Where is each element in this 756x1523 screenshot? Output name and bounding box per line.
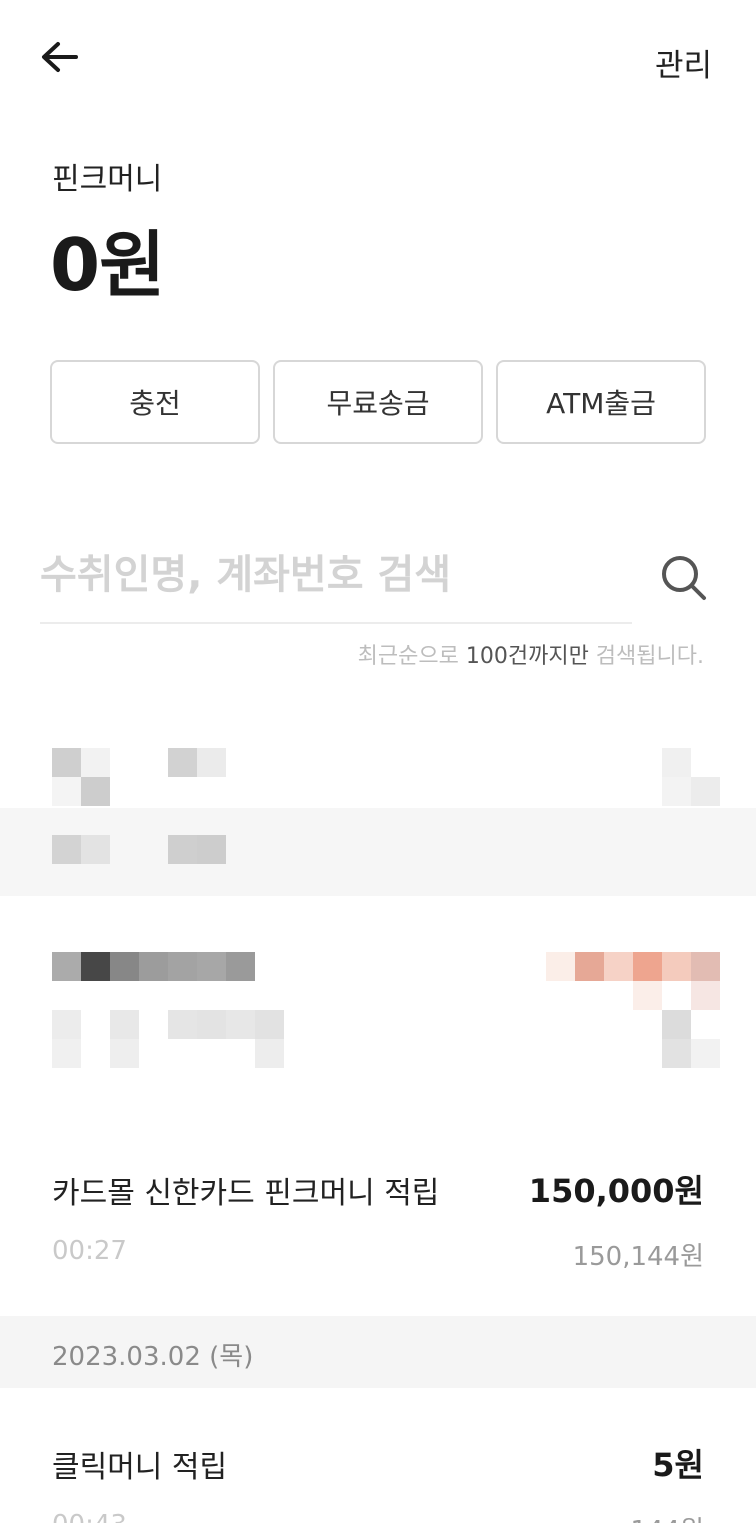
charge-button[interactable]: 충전 bbox=[50, 360, 260, 444]
search-icon[interactable] bbox=[658, 552, 710, 604]
transaction-amount: 5원 bbox=[652, 1446, 704, 1484]
arrow-left-icon[interactable] bbox=[38, 36, 82, 80]
top-bar: 관리 bbox=[0, 0, 756, 120]
redacted-pixel bbox=[81, 777, 110, 806]
redacted-pixel bbox=[110, 1039, 139, 1068]
redacted-pixel bbox=[81, 952, 110, 981]
redacted-pixel bbox=[662, 952, 691, 981]
transaction-balance: 144원 bbox=[630, 1510, 704, 1523]
transaction-balance: 150,144원 bbox=[572, 1242, 704, 1272]
redacted-pixel bbox=[226, 952, 255, 981]
redacted-pixel bbox=[52, 777, 81, 806]
transaction-item[interactable]: 클릭머니 적립 5원 00:43 144원 bbox=[0, 1392, 756, 1523]
redacted-pixel bbox=[168, 748, 197, 777]
redacted-pixel bbox=[226, 1010, 255, 1039]
redacted-pixel bbox=[662, 777, 691, 806]
redacted-band bbox=[0, 808, 756, 896]
redacted-pixel bbox=[197, 835, 226, 864]
redacted-pixel bbox=[662, 1010, 691, 1039]
redacted-pixel bbox=[197, 1010, 226, 1039]
transaction-title: 클릭머니 적립 bbox=[52, 1450, 228, 1485]
redacted-pixel bbox=[691, 1039, 720, 1068]
redacted-pixel bbox=[52, 835, 81, 864]
redacted-pixel bbox=[81, 835, 110, 864]
redacted-pixel bbox=[110, 952, 139, 981]
date-header: 2023.03.02 (목) bbox=[0, 1316, 756, 1388]
free-transfer-button[interactable]: 무료송금 bbox=[273, 360, 483, 444]
manage-button[interactable]: 관리 bbox=[655, 40, 712, 85]
atm-withdraw-button[interactable]: ATM출금 bbox=[496, 360, 706, 444]
transaction-item[interactable]: 카드몰 신한카드 핀크머니 적립 150,000원 00:27 150,144원 bbox=[0, 1118, 756, 1318]
redacted-pixel bbox=[197, 748, 226, 777]
redacted-pixel bbox=[255, 1010, 284, 1039]
redacted-pixel bbox=[197, 952, 226, 981]
redacted-pixel bbox=[81, 748, 110, 777]
action-button-row: 충전 무료송금 ATM출금 bbox=[50, 360, 706, 444]
transaction-time: 00:27 bbox=[52, 1236, 127, 1266]
redacted-pixel bbox=[633, 952, 662, 981]
search-input[interactable] bbox=[40, 540, 632, 610]
search-note: 최근순으로 100건까지만 검색됩니다. bbox=[358, 638, 704, 670]
redacted-pixel bbox=[691, 952, 720, 981]
transaction-title: 카드몰 신한카드 핀크머니 적립 bbox=[52, 1176, 440, 1211]
search-note-prefix: 최근순으로 bbox=[357, 644, 466, 669]
redacted-pixel bbox=[604, 952, 633, 981]
redacted-pixel bbox=[110, 1010, 139, 1039]
redacted-pixel bbox=[255, 1039, 284, 1068]
redacted-pixel bbox=[691, 777, 720, 806]
redacted-transactions bbox=[0, 730, 756, 1115]
transaction-time: 00:43 bbox=[52, 1510, 127, 1523]
redacted-pixel bbox=[168, 1010, 197, 1039]
redacted-pixel bbox=[139, 952, 168, 981]
redacted-pixel bbox=[662, 1039, 691, 1068]
redacted-pixel bbox=[52, 1039, 81, 1068]
redacted-pixel bbox=[691, 981, 720, 1010]
search-bar bbox=[40, 540, 632, 624]
redacted-pixel bbox=[52, 748, 81, 777]
redacted-pixel bbox=[168, 835, 197, 864]
redacted-pixel bbox=[52, 1010, 81, 1039]
redacted-pixel bbox=[633, 981, 662, 1010]
redacted-pixel bbox=[546, 952, 575, 981]
transaction-amount: 150,000원 bbox=[528, 1172, 704, 1210]
search-note-highlight: 100건까지만 bbox=[465, 644, 589, 669]
date-header-text: 2023.03.02 (목) bbox=[52, 1342, 254, 1372]
redacted-pixel bbox=[52, 952, 81, 981]
wallet-label: 핀크머니 bbox=[52, 162, 163, 197]
search-note-suffix: 검색됩니다. bbox=[588, 644, 704, 669]
redacted-pixel bbox=[575, 952, 604, 981]
redacted-pixel bbox=[662, 748, 691, 777]
redacted-pixel bbox=[168, 952, 197, 981]
balance-amount: 0원 bbox=[50, 223, 165, 307]
